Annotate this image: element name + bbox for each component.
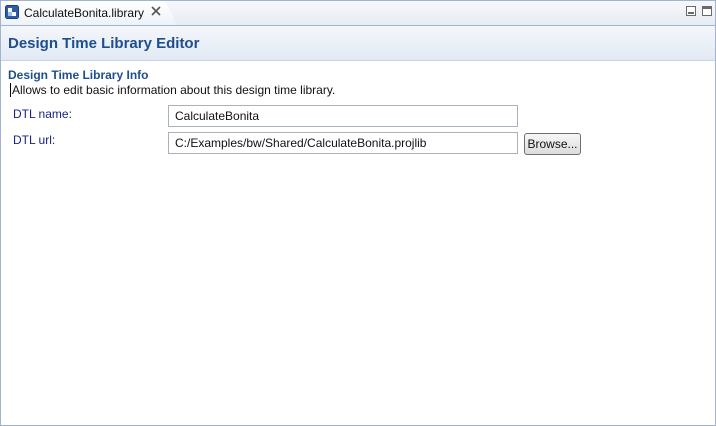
section-title: Design Time Library Info xyxy=(8,68,149,82)
page-title: Design Time Library Editor xyxy=(8,35,200,52)
tab-calculatebonita-library[interactable]: CalculateBonita.library xyxy=(1,1,177,25)
dtl-name-label: DTL name: xyxy=(13,107,72,121)
maximize-icon[interactable] xyxy=(701,5,713,17)
editor-tab-strip: CalculateBonita.library xyxy=(1,1,715,26)
browse-button[interactable]: Browse... xyxy=(524,133,581,155)
dtl-url-label: DTL url: xyxy=(13,133,56,147)
tab-label: CalculateBonita.library xyxy=(24,6,145,20)
section-description: Allows to edit basic information about t… xyxy=(10,83,336,97)
dtl-url-input[interactable] xyxy=(168,132,518,154)
editor-frame: CalculateBonita.library Design Time Libr… xyxy=(0,0,716,426)
dtl-name-input[interactable] xyxy=(168,105,518,127)
minimize-icon[interactable] xyxy=(685,5,697,17)
close-icon[interactable] xyxy=(150,5,162,17)
editor-header: Design Time Library Editor xyxy=(1,26,715,61)
library-icon xyxy=(5,5,19,19)
